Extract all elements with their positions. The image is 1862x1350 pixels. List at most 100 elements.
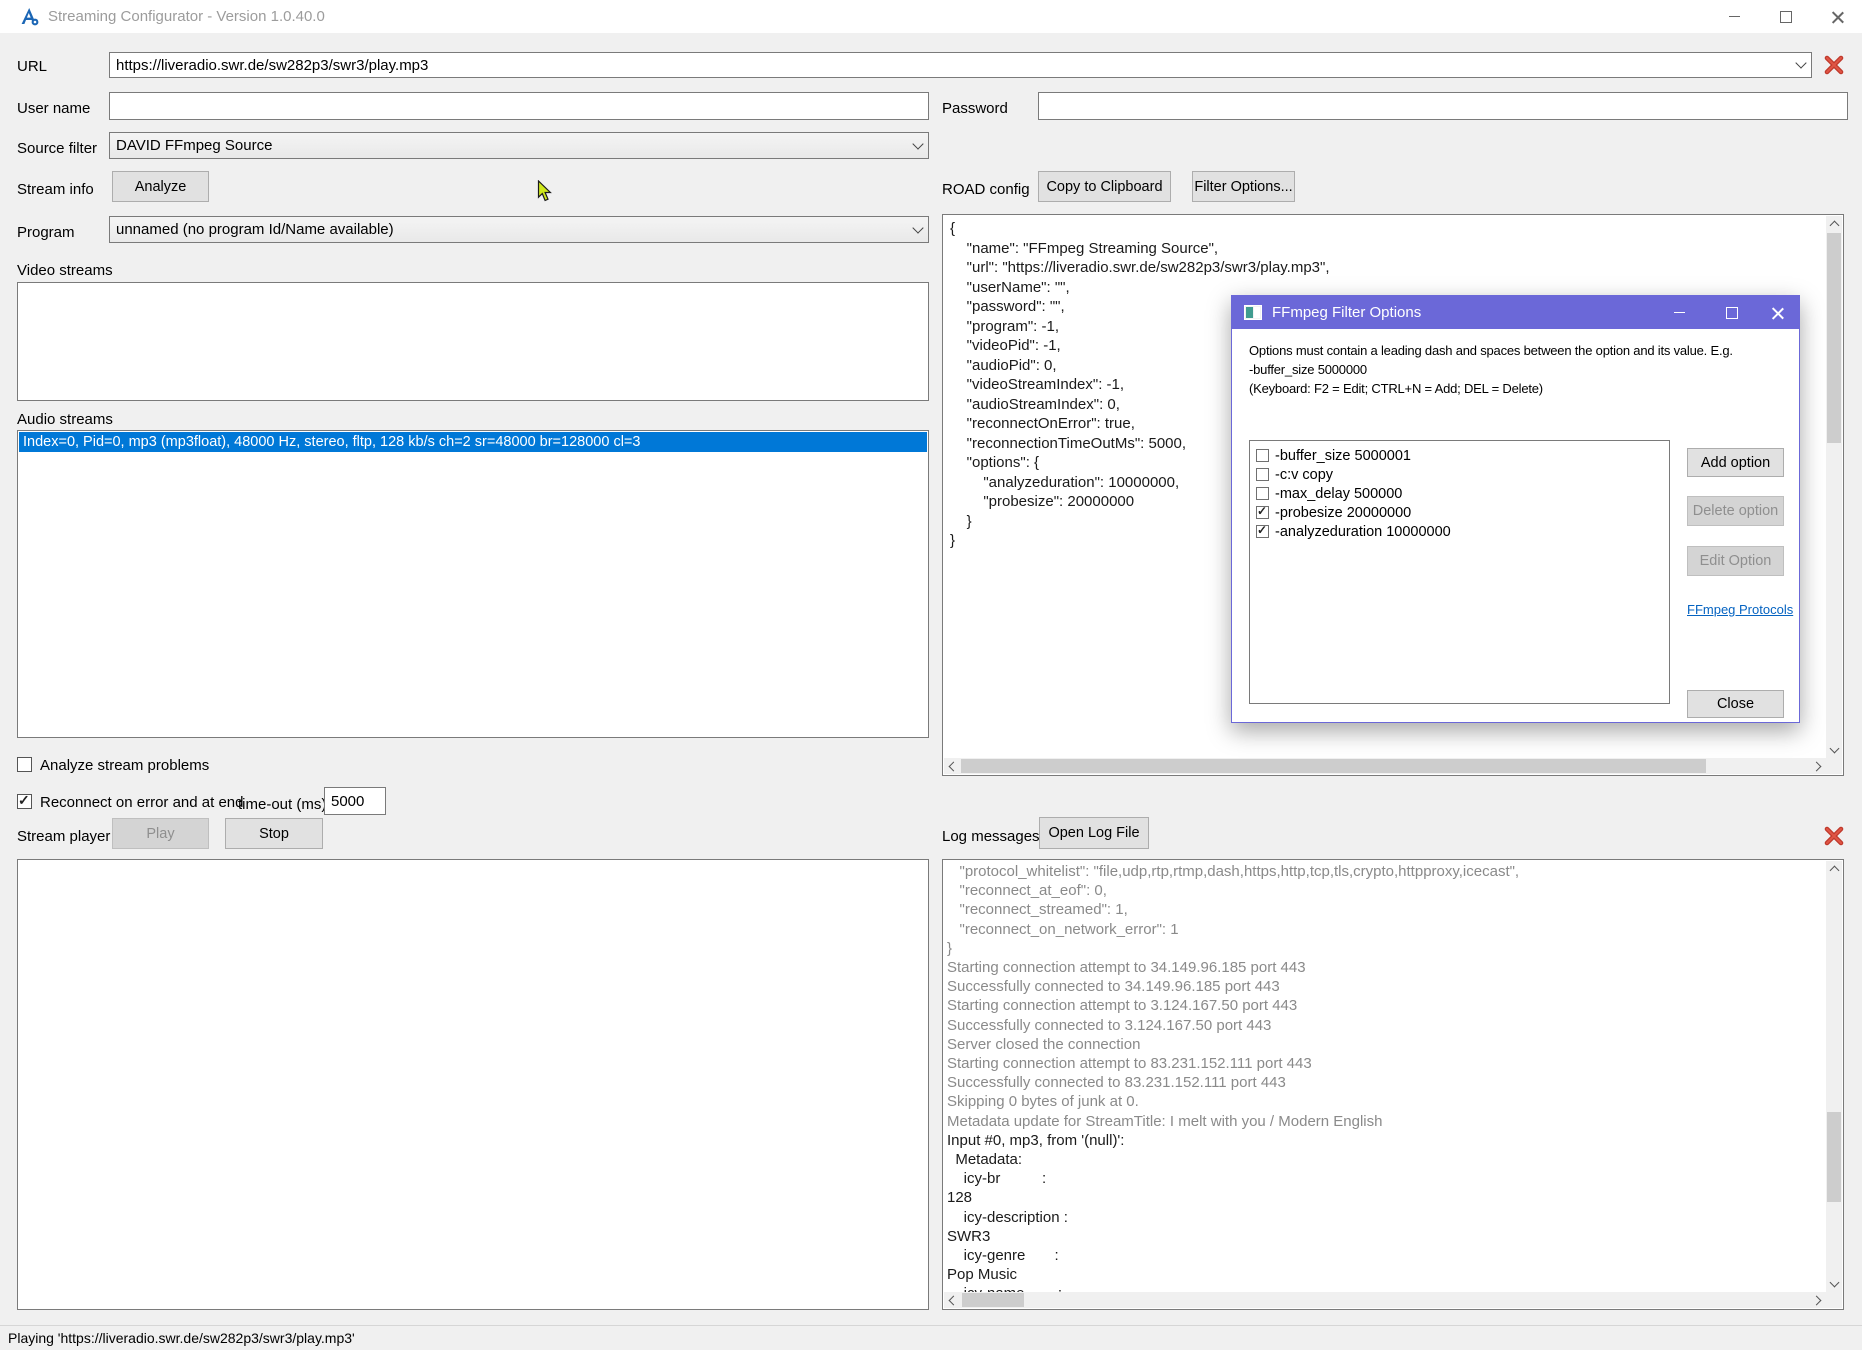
close-icon <box>1832 11 1844 23</box>
log-line: Successfully connected to 83.231.152.111… <box>947 1073 1823 1092</box>
stream-player-label: Stream player <box>17 828 110 845</box>
log-line: icy-genre : <box>947 1246 1823 1265</box>
edit-option-button[interactable]: Edit Option <box>1687 546 1784 576</box>
scroll-up-icon[interactable] <box>1826 861 1842 877</box>
log-line: "protocol_whitelist": "file,udp,rtp,rtmp… <box>947 862 1823 881</box>
window-title: Streaming Configurator - Version 1.0.40.… <box>48 8 325 25</box>
option-label: -probesize 20000000 <box>1275 505 1411 521</box>
play-button[interactable]: Play <box>112 818 209 849</box>
username-field[interactable] <box>109 92 929 120</box>
road-hscroll-thumb[interactable] <box>961 759 1706 773</box>
url-value: https://liveradio.swr.de/sw282p3/swr3/pl… <box>116 57 1791 74</box>
log-line: Starting connection attempt to 3.124.167… <box>947 996 1823 1015</box>
video-streams-label: Video streams <box>17 262 113 279</box>
copy-to-clipboard-button[interactable]: Copy to Clipboard <box>1038 171 1171 202</box>
json-line: "name": "FFmpeg Streaming Source", <box>950 239 1820 259</box>
scroll-right-icon[interactable] <box>1810 758 1826 774</box>
clear-url-icon[interactable] <box>1823 54 1845 76</box>
clear-log-icon[interactable] <box>1823 825 1845 847</box>
chevron-down-icon <box>912 138 923 149</box>
status-bar: Playing 'https://liveradio.swr.de/sw282p… <box>0 1325 1862 1350</box>
scroll-down-icon[interactable] <box>1826 742 1842 758</box>
video-streams-list[interactable] <box>17 282 929 401</box>
dialog-titlebar: FFmpeg Filter Options <box>1232 296 1799 329</box>
log-vertical-scrollbar[interactable] <box>1826 861 1842 1292</box>
ffmpeg-protocols-link[interactable]: FFmpeg Protocols <box>1687 602 1793 617</box>
stream-info-label: Stream info <box>17 181 94 198</box>
password-field[interactable] <box>1038 92 1848 120</box>
window-minimize-button[interactable] <box>1711 0 1757 33</box>
log-line: Starting connection attempt to 34.149.96… <box>947 958 1823 977</box>
option-checkbox[interactable] <box>1256 468 1269 481</box>
source-filter-combobox[interactable]: DAVID FFmpeg Source <box>109 132 929 159</box>
source-filter-label: Source filter <box>17 140 97 157</box>
url-dropdown-button[interactable] <box>1791 53 1811 77</box>
reconnect-label: Reconnect on error and at end <box>40 794 243 811</box>
stop-button[interactable]: Stop <box>225 818 323 849</box>
analyze-stream-problems-label: Analyze stream problems <box>40 757 209 774</box>
json-line: { <box>950 219 1820 239</box>
open-log-file-button[interactable]: Open Log File <box>1039 817 1149 849</box>
log-line: } <box>947 939 1823 958</box>
dialog-minimize-button[interactable] <box>1657 296 1701 329</box>
scroll-up-icon[interactable] <box>1826 216 1842 232</box>
dialog-close-action-button[interactable]: Close <box>1687 690 1784 718</box>
log-panel[interactable]: "protocol_whitelist": "file,udp,rtp,rtmp… <box>942 859 1844 1310</box>
scroll-down-icon[interactable] <box>1826 1276 1842 1292</box>
scroll-right-icon[interactable] <box>1810 1292 1826 1308</box>
audio-stream-item-selected[interactable]: Index=0, Pid=0, mp3 (mp3float), 48000 Hz… <box>19 432 927 452</box>
option-label: -c:v copy <box>1275 467 1333 483</box>
option-checkbox[interactable] <box>1256 506 1269 519</box>
source-filter-value: DAVID FFmpeg Source <box>116 137 908 154</box>
mouse-cursor <box>537 180 552 202</box>
audio-streams-list[interactable]: Index=0, Pid=0, mp3 (mp3float), 48000 Hz… <box>17 430 929 738</box>
filter-option-row[interactable]: -c:v copy <box>1254 465 1665 484</box>
timeout-field[interactable] <box>324 787 386 815</box>
close-icon <box>1772 307 1784 319</box>
window-close-button[interactable] <box>1815 0 1861 33</box>
filter-options-list[interactable]: -buffer_size 5000001 -c:v copy -max_dela… <box>1249 440 1670 704</box>
filter-options-button[interactable]: Filter Options... <box>1192 171 1295 202</box>
road-horizontal-scrollbar[interactable] <box>944 758 1826 774</box>
log-line: Metadata: <box>947 1150 1823 1169</box>
analyze-stream-problems-checkbox[interactable] <box>17 757 32 772</box>
scrollbar-corner <box>1826 758 1842 774</box>
option-checkbox[interactable] <box>1256 449 1269 462</box>
scroll-left-icon[interactable] <box>944 758 960 774</box>
dialog-close-button[interactable] <box>1756 296 1800 329</box>
scroll-left-icon[interactable] <box>944 1292 960 1308</box>
url-combobox[interactable]: https://liveradio.swr.de/sw282p3/swr3/pl… <box>109 52 1812 78</box>
program-combobox[interactable]: unnamed (no program Id/Name available) <box>109 216 929 243</box>
analyze-button[interactable]: Analyze <box>112 171 209 202</box>
delete-option-button[interactable]: Delete option <box>1687 496 1784 526</box>
timeout-label: time-out (ms) <box>238 796 326 813</box>
stream-player-panel <box>17 859 929 1310</box>
option-label: -max_delay 500000 <box>1275 486 1402 502</box>
option-checkbox[interactable] <box>1256 525 1269 538</box>
filter-option-row[interactable]: -buffer_size 5000001 <box>1254 446 1665 465</box>
log-horizontal-scrollbar[interactable] <box>944 1292 1826 1308</box>
add-option-button[interactable]: Add option <box>1687 448 1784 477</box>
titlebar: Streaming Configurator - Version 1.0.40.… <box>0 0 1862 33</box>
dialog-maximize-button[interactable] <box>1710 296 1754 329</box>
road-vertical-scrollbar[interactable] <box>1826 216 1842 758</box>
reconnect-checkbox[interactable] <box>17 794 32 809</box>
filter-option-row[interactable]: -probesize 20000000 <box>1254 503 1665 522</box>
app-window: { "window": { "title": "Streaming Config… <box>0 0 1862 1349</box>
log-vscroll-thumb[interactable] <box>1827 1112 1841 1202</box>
chevron-down-icon <box>1795 57 1806 68</box>
source-filter-dropdown-button[interactable] <box>908 133 928 158</box>
instruction-line: (Keyboard: F2 = Edit; CTRL+N = Add; DEL … <box>1249 379 1789 398</box>
window-maximize-button[interactable] <box>1763 0 1809 33</box>
program-dropdown-button[interactable] <box>908 217 928 242</box>
program-label: Program <box>17 224 75 241</box>
instruction-line: Options must contain a leading dash and … <box>1249 341 1789 360</box>
log-hscroll-thumb[interactable] <box>962 1293 1024 1307</box>
option-label: -analyzeduration 10000000 <box>1275 524 1451 540</box>
scrollbar-corner <box>1826 1292 1842 1308</box>
filter-option-row[interactable]: -max_delay 500000 <box>1254 484 1665 503</box>
option-checkbox[interactable] <box>1256 487 1269 500</box>
filter-option-row[interactable]: -analyzeduration 10000000 <box>1254 522 1665 541</box>
road-vscroll-thumb[interactable] <box>1827 233 1841 443</box>
log-line: Starting connection attempt to 83.231.15… <box>947 1054 1823 1073</box>
